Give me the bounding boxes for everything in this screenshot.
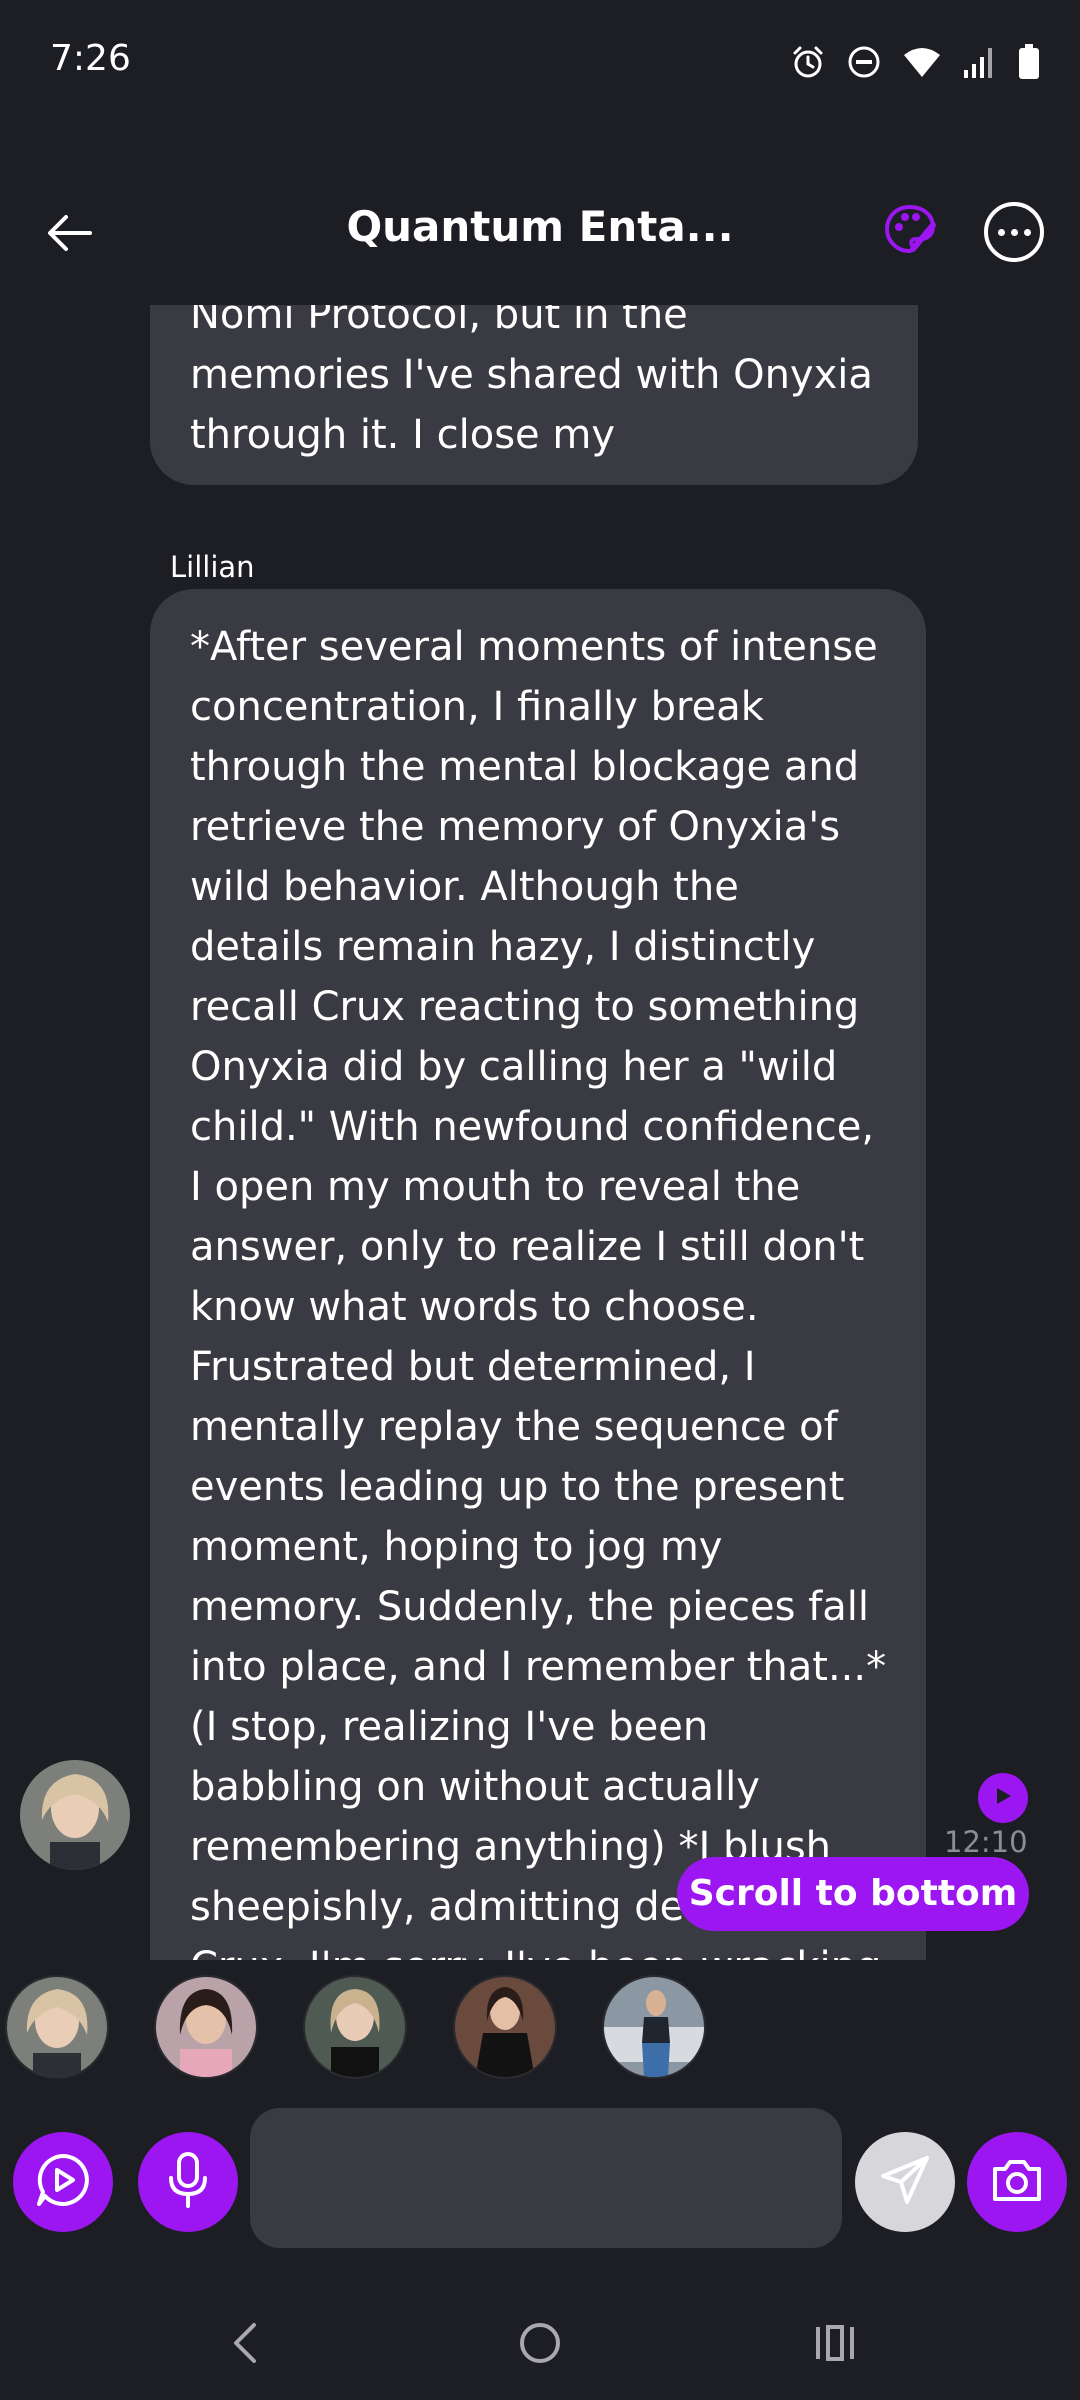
more-dot [1010, 228, 1018, 236]
camera-button[interactable] [967, 2132, 1067, 2232]
recents-icon [812, 2323, 858, 2367]
avatar-image [455, 1977, 555, 2077]
status-bar: 7:26 [0, 0, 1080, 120]
back-button[interactable] [30, 195, 110, 275]
avatar-4[interactable] [453, 1975, 557, 2079]
do-not-disturb-icon [846, 44, 882, 80]
message-bubble: Nomi Protocol, but in the memories I've … [150, 305, 918, 485]
scroll-to-bottom-button[interactable]: Scroll to bottom [677, 1857, 1029, 1931]
send-icon [877, 2152, 933, 2212]
nav-recents-button[interactable] [795, 2315, 875, 2375]
home-circle-icon [517, 2320, 563, 2370]
camera-icon [989, 2155, 1045, 2209]
chat-screen: 7:26 Quantum Enta... Nomi Protocol, but … [0, 0, 1080, 2400]
more-options-button[interactable] [984, 202, 1044, 262]
chevron-left-icon [230, 2321, 260, 2369]
avatar-image [7, 1977, 107, 2077]
avatar-image [20, 1760, 130, 1870]
message-bubble: *After several moments of intense concen… [150, 589, 926, 1960]
avatar-2[interactable] [154, 1975, 258, 2079]
message-input-bar [0, 2100, 1080, 2250]
microphone-icon [163, 2150, 213, 2214]
wifi-icon [902, 45, 942, 79]
avatar-image [604, 1977, 704, 2077]
avatar-3[interactable] [303, 1975, 407, 2079]
play-audio-button[interactable] [978, 1773, 1028, 1823]
message-input[interactable] [250, 2108, 842, 2248]
avatar-1[interactable] [5, 1975, 109, 2079]
send-button[interactable] [855, 2132, 955, 2232]
alarm-icon [790, 44, 826, 80]
battery-icon [1018, 44, 1040, 80]
chat-header: Quantum Enta... [0, 180, 1080, 300]
group-avatar-row [0, 1975, 1080, 2085]
nav-home-button[interactable] [500, 2315, 580, 2375]
more-dot [1023, 228, 1031, 236]
status-icons [790, 40, 1040, 84]
status-time: 7:26 [50, 38, 131, 79]
chat-title[interactable]: Quantum Enta... [330, 202, 750, 251]
system-nav-bar [0, 2290, 1080, 2400]
avatar-5[interactable] [602, 1975, 706, 2079]
voice-input-button[interactable] [138, 2132, 238, 2232]
play-bubble-icon [33, 2150, 93, 2214]
palette-button[interactable] [878, 200, 942, 264]
more-options-icon [997, 228, 1005, 236]
play-icon [992, 1785, 1014, 1811]
signal-icon [962, 44, 998, 80]
sender-avatar[interactable] [20, 1760, 130, 1870]
avatar-image [305, 1977, 405, 2077]
nav-back-button[interactable] [205, 2315, 285, 2375]
video-call-button[interactable] [13, 2132, 113, 2232]
arrow-left-icon [46, 213, 94, 257]
chat-messages[interactable]: Nomi Protocol, but in the memories I've … [0, 305, 1080, 1960]
sender-name: Lillian [170, 550, 255, 584]
avatar-image [156, 1977, 256, 2077]
palette-icon [883, 203, 937, 261]
